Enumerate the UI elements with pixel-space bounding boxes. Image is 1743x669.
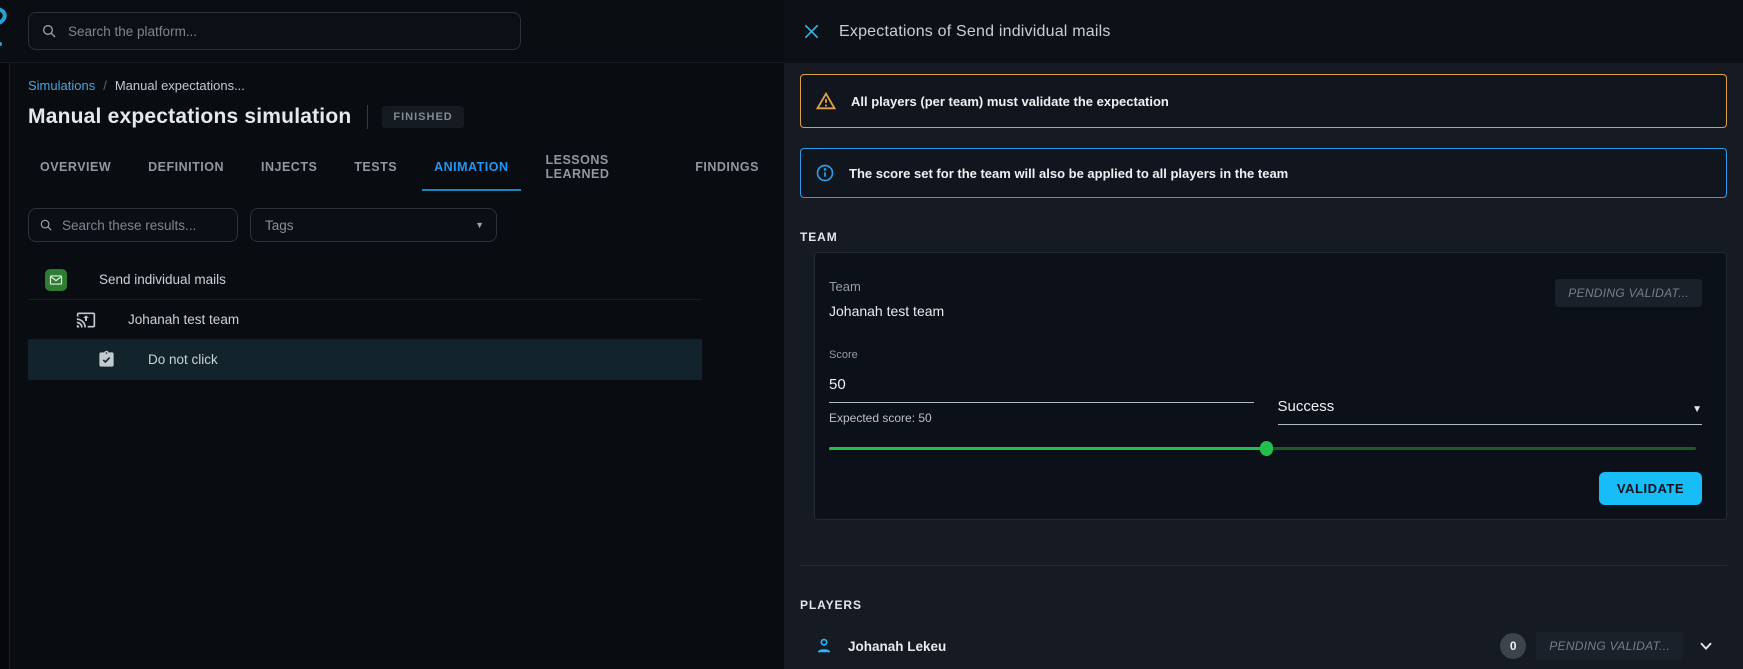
team-section-header: TEAM xyxy=(800,230,1727,244)
search-icon xyxy=(41,23,57,39)
breadcrumb-separator: / xyxy=(103,78,107,93)
simulation-page: Simulations / Manual expectations... Man… xyxy=(10,63,784,669)
results-tree: Send individual mails Johanah test team xyxy=(28,260,702,380)
chevron-down-icon: ▼ xyxy=(475,220,484,230)
drawer-title: Expectations of Send individual mails xyxy=(839,23,1111,41)
tab-findings[interactable]: FINDINGS xyxy=(683,145,771,191)
team-card: Team Johanah test team PENDING VALIDAT..… xyxy=(814,252,1727,520)
tab-tests[interactable]: TESTS xyxy=(342,145,409,191)
platform-search-input[interactable] xyxy=(68,24,508,39)
result-row-team[interactable]: Johanah test team xyxy=(28,300,702,340)
expected-score-note: Expected score: 50 xyxy=(829,411,1254,425)
score-input[interactable] xyxy=(829,370,1254,403)
tab-bar: OVERVIEW DEFINITION INJECTS TESTS ANIMAT… xyxy=(28,145,784,191)
score-slider[interactable] xyxy=(829,441,1702,455)
cast-icon xyxy=(76,310,96,330)
result-select-value: Success xyxy=(1278,398,1335,415)
app-header xyxy=(0,0,784,63)
info-banner: The score set for the team will also be … xyxy=(800,148,1727,198)
info-icon xyxy=(815,163,835,183)
app-logo xyxy=(0,6,26,56)
result-label: Send individual mails xyxy=(99,272,226,287)
players-divider xyxy=(800,565,1727,566)
player-row[interactable]: Johanah Lekeu 0 PENDING VALIDAT... xyxy=(800,624,1727,668)
breadcrumb: Simulations / Manual expectations... xyxy=(28,78,784,93)
task-icon xyxy=(97,350,116,369)
results-search[interactable] xyxy=(28,208,238,242)
player-count-badge: 0 xyxy=(1500,633,1526,659)
status-badge: FINISHED xyxy=(382,106,463,128)
drawer-body: All players (per team) must validate the… xyxy=(784,63,1743,668)
warning-icon xyxy=(815,90,837,112)
page-title: Manual expectations simulation xyxy=(28,105,351,129)
close-icon[interactable] xyxy=(803,23,820,40)
slider-fill xyxy=(829,447,1266,450)
result-row-inject[interactable]: Send individual mails xyxy=(28,260,702,300)
tags-dropdown[interactable]: Tags ▼ xyxy=(250,208,497,242)
breadcrumb-current: Manual expectations... xyxy=(115,78,245,93)
warning-text: All players (per team) must validate the… xyxy=(851,94,1169,109)
expectations-drawer: Expectations of Send individual mails Al… xyxy=(784,0,1743,669)
tab-definition[interactable]: DEFINITION xyxy=(136,145,236,191)
drawer-header: Expectations of Send individual mails xyxy=(784,0,1743,63)
team-field-label: Team xyxy=(829,279,944,294)
mail-icon xyxy=(45,269,67,291)
validate-button[interactable]: VALIDATE xyxy=(1599,472,1702,505)
breadcrumb-simulations-link[interactable]: Simulations xyxy=(28,78,95,93)
chevron-down-icon: ▼ xyxy=(1692,404,1702,415)
person-icon xyxy=(814,636,834,656)
result-label: Do not click xyxy=(148,352,218,367)
search-icon xyxy=(39,218,53,232)
slider-thumb[interactable] xyxy=(1260,441,1273,456)
team-status-badge: PENDING VALIDAT... xyxy=(1555,279,1702,307)
result-select[interactable]: Success ▼ xyxy=(1278,349,1703,425)
title-divider xyxy=(367,105,368,129)
player-status-badge: PENDING VALIDAT... xyxy=(1536,632,1683,660)
players-section-header: PLAYERS xyxy=(800,598,1727,612)
result-label: Johanah test team xyxy=(128,312,239,327)
tab-animation[interactable]: ANIMATION xyxy=(422,145,520,191)
result-row-expectation-selected[interactable]: Do not click xyxy=(28,340,702,380)
warning-banner: All players (per team) must validate the… xyxy=(800,74,1727,128)
tags-dropdown-label: Tags xyxy=(265,218,294,233)
score-field-label: Score xyxy=(829,349,1254,361)
info-text: The score set for the team will also be … xyxy=(849,166,1288,181)
team-name: Johanah test team xyxy=(829,303,944,319)
tab-injects[interactable]: INJECTS xyxy=(249,145,329,191)
collapsed-nav-rail[interactable] xyxy=(0,63,10,669)
title-row: Manual expectations simulation FINISHED xyxy=(28,105,784,129)
chevron-down-icon[interactable] xyxy=(1697,637,1715,655)
player-name: Johanah Lekeu xyxy=(848,639,946,654)
filter-row: Tags ▼ xyxy=(28,208,784,242)
results-search-input[interactable] xyxy=(62,218,227,233)
platform-search[interactable] xyxy=(28,12,521,50)
tab-overview[interactable]: OVERVIEW xyxy=(28,145,123,191)
tab-lessons-learned[interactable]: LESSONS LEARNED xyxy=(534,145,671,191)
